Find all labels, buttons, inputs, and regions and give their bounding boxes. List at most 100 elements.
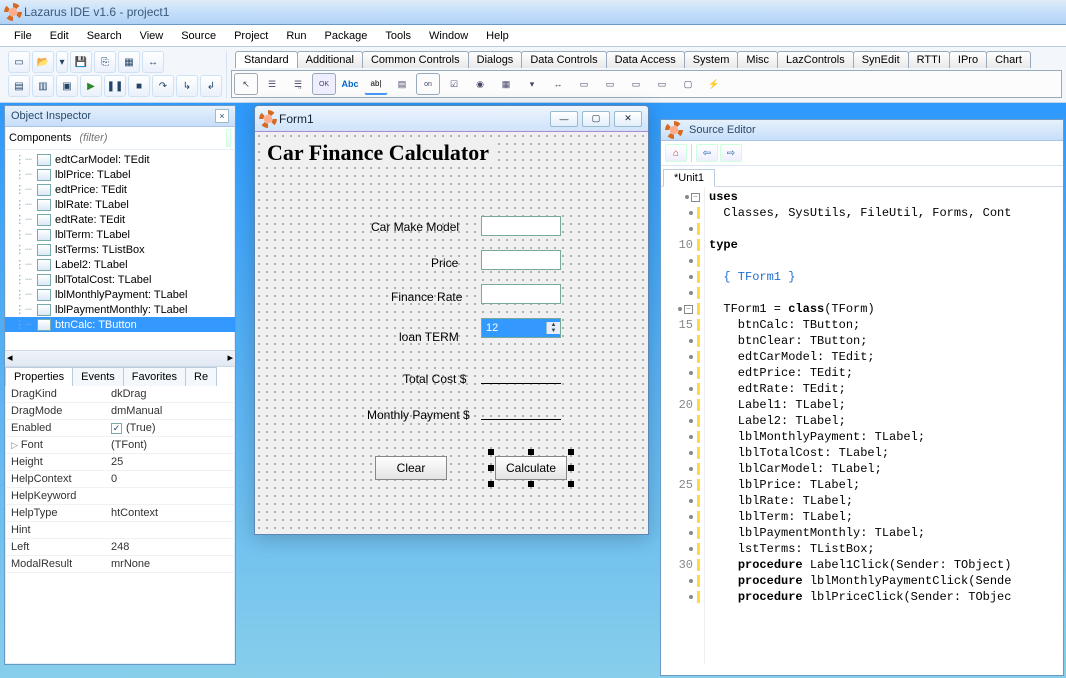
- prop-row[interactable]: Left248: [5, 539, 235, 556]
- lst-scroll-icon[interactable]: ▲▼: [546, 322, 560, 334]
- lst-terms[interactable]: 12 ▲▼: [481, 318, 561, 338]
- oi-hscroll[interactable]: [5, 350, 235, 366]
- tree-item[interactable]: ⋮┈edtRate: TEdit: [5, 212, 235, 227]
- menu-source[interactable]: Source: [173, 28, 224, 44]
- tb-stepover[interactable]: ↷: [152, 75, 174, 97]
- form-designer-window[interactable]: Form1 — ▢ ✕ Car Finance Calculator Car M…: [254, 105, 649, 535]
- code-area[interactable]: −10−15202530 uses Classes, SysUtils, Fil…: [661, 187, 1063, 664]
- comp-tab-system[interactable]: System: [684, 51, 739, 68]
- prop-tab-events[interactable]: Events: [72, 367, 124, 386]
- tree-item[interactable]: ⋮┈edtPrice: TEdit: [5, 182, 235, 197]
- prop-row[interactable]: ▷Font(TFont): [5, 437, 235, 454]
- menu-project[interactable]: Project: [226, 28, 276, 44]
- tree-item[interactable]: ⋮┈lblPaymentMonthly: TLabel: [5, 302, 235, 317]
- edt-rate[interactable]: [481, 284, 561, 304]
- menu-edit[interactable]: Edit: [42, 28, 77, 44]
- tb-open[interactable]: 📂: [32, 51, 54, 73]
- tree-item[interactable]: ⋮┈edtCarModel: TEdit: [5, 152, 235, 167]
- comp-tab-misc[interactable]: Misc: [737, 51, 778, 68]
- comp-tab-data-access[interactable]: Data Access: [606, 51, 685, 68]
- selection-handles[interactable]: [491, 452, 571, 484]
- pal-label[interactable]: Abc: [338, 73, 362, 95]
- comp-tab-synedit[interactable]: SynEdit: [853, 51, 909, 68]
- pal-frame[interactable]: ▢: [676, 73, 700, 95]
- menu-view[interactable]: View: [132, 28, 172, 44]
- edt-price[interactable]: [481, 250, 561, 270]
- tree-item[interactable]: ⋮┈Label2: TLabel: [5, 257, 235, 272]
- prop-tab-favorites[interactable]: Favorites: [123, 367, 186, 386]
- tb-b3[interactable]: ▣: [56, 75, 78, 97]
- pal-memo[interactable]: ▤: [390, 73, 414, 95]
- pal-panel[interactable]: ▭: [650, 73, 674, 95]
- tree-item[interactable]: ⋮┈lstTerms: TListBox: [5, 242, 235, 257]
- pal-combo[interactable]: ▾: [520, 73, 544, 95]
- tb-run[interactable]: ▶: [80, 75, 102, 97]
- edt-car-model[interactable]: [481, 216, 561, 236]
- tab-unit1[interactable]: *Unit1: [663, 169, 715, 187]
- prop-row[interactable]: HelpTypehtContext: [5, 505, 235, 522]
- prop-row[interactable]: DragModedmManual: [5, 403, 235, 420]
- pal-checkgroup[interactable]: ▭: [624, 73, 648, 95]
- pal-edit[interactable]: ab|: [364, 73, 388, 95]
- code-text[interactable]: uses Classes, SysUtils, FileUtil, Forms,…: [705, 187, 1063, 664]
- menu-tools[interactable]: Tools: [377, 28, 419, 44]
- se-titlebar[interactable]: Source Editor: [661, 120, 1063, 141]
- form-close-button[interactable]: ✕: [614, 111, 642, 127]
- tb-save[interactable]: 💾: [70, 51, 92, 73]
- comp-tab-common-controls[interactable]: Common Controls: [362, 51, 469, 68]
- menu-package[interactable]: Package: [317, 28, 376, 44]
- tb-newform[interactable]: ▦: [118, 51, 140, 73]
- oi-titlebar[interactable]: Object Inspector ×: [5, 106, 235, 127]
- tree-item[interactable]: ⋮┈lblTerm: TLabel: [5, 227, 235, 242]
- tb-toggle[interactable]: ↔: [142, 51, 164, 73]
- pal-checkbox[interactable]: ☑: [442, 73, 466, 95]
- tb-saveall[interactable]: ⎘: [94, 51, 116, 73]
- form-titlebar[interactable]: Form1 — ▢ ✕: [255, 106, 648, 132]
- menu-help[interactable]: Help: [478, 28, 517, 44]
- pal-popup[interactable]: ☰̤: [286, 73, 310, 95]
- comp-tab-standard[interactable]: Standard: [235, 51, 298, 68]
- pal-mainmenu[interactable]: ☰: [260, 73, 284, 95]
- comp-tab-lazcontrols[interactable]: LazControls: [777, 51, 854, 68]
- menu-run[interactable]: Run: [278, 28, 314, 44]
- comp-tab-dialogs[interactable]: Dialogs: [468, 51, 523, 68]
- pal-radio[interactable]: ◉: [468, 73, 492, 95]
- code-gutter[interactable]: −10−15202530: [661, 187, 705, 664]
- tb-forms[interactable]: ▥: [32, 75, 54, 97]
- tree-item[interactable]: ⋮┈lblTotalCost: TLabel: [5, 272, 235, 287]
- tb-stop[interactable]: ■: [128, 75, 150, 97]
- prop-row[interactable]: HelpKeyword: [5, 488, 235, 505]
- prop-tab-re[interactable]: Re: [185, 367, 217, 386]
- tb-new-unit[interactable]: ▭: [8, 51, 30, 73]
- tree-item[interactable]: ⋮┈lblMonthlyPayment: TLabel: [5, 287, 235, 302]
- prop-row[interactable]: DragKinddkDrag: [5, 386, 235, 403]
- pal-toggle[interactable]: on: [416, 73, 440, 95]
- oi-tree[interactable]: ⋮┈edtCarModel: TEdit⋮┈lblPrice: TLabel⋮┈…: [5, 150, 235, 350]
- comp-tab-ipro[interactable]: IPro: [949, 51, 987, 68]
- tree-item[interactable]: ⋮┈btnCalc: TButton: [5, 317, 235, 332]
- prop-row[interactable]: ModalResultmrNone: [5, 556, 235, 573]
- pal-group[interactable]: ▭: [572, 73, 596, 95]
- tb-pause[interactable]: ❚❚: [104, 75, 126, 97]
- tb-units[interactable]: ▤: [8, 75, 30, 97]
- form-design-surface[interactable]: Car Finance Calculator Car Make Model Pr…: [255, 132, 648, 534]
- comp-tab-chart[interactable]: Chart: [986, 51, 1031, 68]
- oi-filter-input[interactable]: [77, 130, 224, 146]
- tb-stepout[interactable]: ↲: [200, 75, 222, 97]
- pal-cursor[interactable]: ↖: [234, 73, 258, 95]
- comp-tab-rtti[interactable]: RTTI: [908, 51, 950, 68]
- prop-row[interactable]: HelpContext0: [5, 471, 235, 488]
- se-fwd-icon[interactable]: ⇨: [720, 144, 742, 162]
- menu-window[interactable]: Window: [421, 28, 476, 44]
- prop-row[interactable]: Height25: [5, 454, 235, 471]
- menu-search[interactable]: Search: [79, 28, 130, 44]
- pal-listbox[interactable]: ▦: [494, 73, 518, 95]
- tree-item[interactable]: ⋮┈lblRate: TLabel: [5, 197, 235, 212]
- oi-close-icon[interactable]: ×: [215, 109, 229, 123]
- pal-scrollbar[interactable]: ↔: [546, 73, 570, 95]
- prop-tab-properties[interactable]: Properties: [5, 367, 73, 386]
- se-home-icon[interactable]: ⌂: [665, 144, 687, 162]
- tb-stepinto[interactable]: ↳: [176, 75, 198, 97]
- property-grid[interactable]: DragKinddkDragDragModedmManualEnabled✓(T…: [5, 386, 235, 596]
- form-min-button[interactable]: —: [550, 111, 578, 127]
